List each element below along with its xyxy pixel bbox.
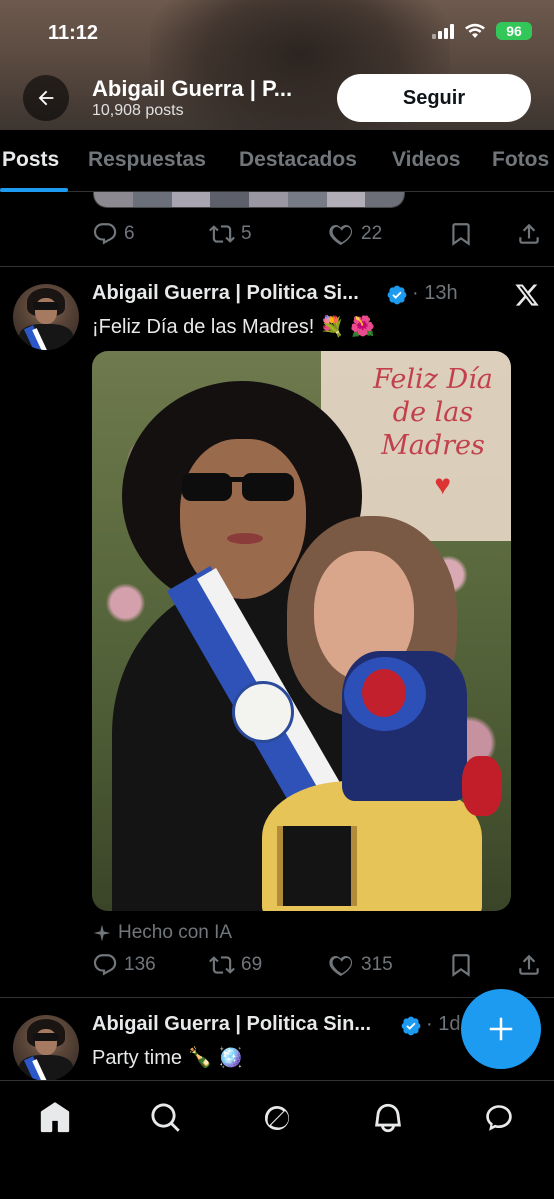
verified-icon <box>401 1016 421 1036</box>
wifi-icon <box>465 23 485 38</box>
bookmark-icon <box>452 954 470 977</box>
tweet-actions: 136 69 315 <box>92 952 542 980</box>
reply-button[interactable]: 6 <box>92 221 135 247</box>
home-icon[interactable] <box>38 1101 72 1135</box>
like-count: 315 <box>361 954 393 975</box>
search-icon[interactable] <box>149 1101 183 1135</box>
plus-icon <box>489 1017 513 1041</box>
like-icon <box>329 224 353 246</box>
previous-tweet-actions: 6 5 22 <box>92 221 542 249</box>
repost-icon <box>209 225 235 243</box>
grok-icon[interactable] <box>260 1101 294 1135</box>
tweet-timestamp[interactable]: · 13h <box>412 282 458 305</box>
bookmark-button[interactable] <box>448 952 474 978</box>
image-greeting-text: Feliz Día de las Madres <box>373 364 493 461</box>
share-button[interactable] <box>516 221 542 247</box>
tweet-image[interactable]: Feliz Día de las Madres ♥ <box>92 351 511 911</box>
like-button[interactable]: 22 <box>329 221 382 247</box>
tweet-author-name[interactable]: Abigail Guerra | Politica Si... <box>92 282 359 305</box>
share-icon <box>519 954 539 975</box>
messages-icon[interactable] <box>482 1101 516 1135</box>
bottom-navigation <box>0 1080 554 1199</box>
profile-tabs: Posts Respuestas Destacados Videos Fotos <box>0 130 554 192</box>
active-tab-indicator <box>0 188 68 192</box>
profile-name: Abigail Guerra | P... <box>92 76 293 101</box>
tab-videos[interactable]: Videos <box>392 148 460 172</box>
previous-tweet-media[interactable] <box>93 192 405 208</box>
avatar[interactable] <box>13 1015 79 1081</box>
compose-button[interactable] <box>461 989 541 1069</box>
profile-header: 11:12 96 Abigail Guerra | P... 10,908 po… <box>0 0 554 130</box>
bookmark-icon <box>452 223 470 246</box>
tab-fotos[interactable]: Fotos <box>492 148 549 172</box>
reply-button[interactable]: 136 <box>92 952 156 978</box>
status-indicators: 96 <box>432 22 532 40</box>
share-button[interactable] <box>516 952 542 978</box>
bookmark-button[interactable] <box>448 221 474 247</box>
signal-icon <box>432 23 454 39</box>
repost-count: 5 <box>241 223 252 244</box>
like-icon <box>329 955 353 977</box>
reply-icon <box>93 954 117 976</box>
tab-respuestas[interactable]: Respuestas <box>88 148 206 172</box>
battery-indicator: 96 <box>496 22 532 40</box>
reply-count: 136 <box>124 954 156 975</box>
back-button[interactable] <box>23 75 69 121</box>
avatar[interactable] <box>13 284 79 350</box>
like-count: 22 <box>361 223 383 244</box>
x-logo-icon <box>515 284 539 306</box>
tab-destacados[interactable]: Destacados <box>239 148 357 172</box>
sunglasses-shape <box>182 473 294 501</box>
share-icon <box>519 223 539 244</box>
verified-icon <box>387 285 407 305</box>
tweet-text: Party time 🍾 🪩 <box>92 1047 243 1069</box>
like-button[interactable]: 315 <box>329 952 393 978</box>
heart-icon: ♥ <box>434 469 451 500</box>
tweet-divider <box>0 266 554 267</box>
reply-count: 6 <box>124 223 135 244</box>
reply-icon <box>93 223 117 245</box>
status-time: 11:12 <box>48 22 99 44</box>
tweet-author-name[interactable]: Abigail Guerra | Politica Sin... <box>92 1013 371 1036</box>
sparkle-icon <box>93 924 111 942</box>
tweet-divider <box>0 997 554 998</box>
ai-label-text: Hecho con IA <box>118 922 233 943</box>
repost-button[interactable]: 5 <box>209 221 252 247</box>
tweet-timestamp[interactable]: · 1d <box>426 1013 460 1036</box>
profile-post-count: 10,908 posts <box>92 102 184 119</box>
notifications-icon[interactable] <box>371 1101 405 1135</box>
repost-button[interactable]: 69 <box>209 952 262 978</box>
repost-count: 69 <box>241 954 263 975</box>
coat-of-arms-seal <box>232 681 294 743</box>
ai-generated-label: Hecho con IA <box>92 922 232 944</box>
repost-icon <box>209 956 235 974</box>
tab-posts[interactable]: Posts <box>2 148 59 172</box>
follow-button[interactable]: Seguir <box>337 74 531 122</box>
back-arrow-icon <box>38 90 54 106</box>
tweet-text: ¡Feliz Día de las Madres! 💐 🌺 <box>92 316 376 338</box>
